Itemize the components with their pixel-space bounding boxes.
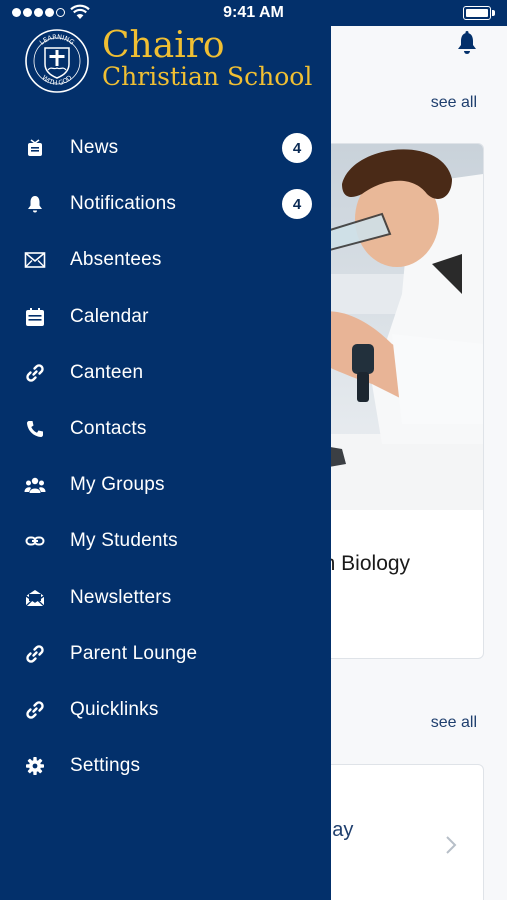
school-crest-icon: LEARNING WITH GOD [25,29,89,93]
chain-link-icon [24,530,46,552]
menu-item-label: News [70,137,119,159]
phone-icon [24,418,46,440]
event-card-title: y May [331,819,354,841]
menu-item-label: My Students [70,530,178,552]
chevron-right-icon [446,836,457,854]
open-envelope-icon [24,587,46,609]
school-name-line2: Christian School [102,62,313,91]
status-bar: 9:41 AM [0,0,507,26]
link-icon [24,699,46,721]
svg-text:LEARNING: LEARNING [38,33,76,47]
status-time: 9:41 AM [223,4,284,21]
notifications-count-badge: 4 [282,189,312,220]
calendar-icon [24,306,46,328]
menu-item-label: Quicklinks [70,698,159,720]
svg-text:WITH GOD: WITH GOD [40,74,73,88]
menu-item-canteen[interactable]: Canteen [0,345,331,401]
menu-item-my-groups[interactable]: My Groups [0,457,331,513]
news-photo [331,144,483,510]
see-all-link[interactable]: see all [431,94,477,112]
battery-icon [463,6,495,20]
menu-item-notifications[interactable]: Notifications 4 [0,176,331,232]
bell-icon [24,193,46,215]
menu-item-newsletters[interactable]: Newsletters [0,570,331,626]
menu-item-calendar[interactable]: Calendar [0,289,331,345]
menu-item-label: Newsletters [70,586,172,608]
news-card-title: with Biology [331,552,411,575]
menu-item-label: Notifications [70,193,177,215]
link-icon [24,643,46,665]
menu-item-news[interactable]: News 4 [0,120,331,176]
school-name: Chairo Christian School [102,25,313,91]
gear-icon [24,755,46,777]
link-icon [24,362,46,384]
navigation-drawer: LEARNING WITH GOD Chairo Christian Schoo… [0,26,331,900]
menu-item-absentees[interactable]: Absentees [0,232,331,288]
menu-item-label: Absentees [70,249,162,271]
envelope-icon [24,249,46,271]
group-icon [24,474,46,496]
tv-icon [24,137,46,159]
see-all-link[interactable]: see all [431,714,477,732]
event-card[interactable]: y May [331,764,484,900]
bell-icon[interactable] [455,30,479,56]
menu-item-label: Settings [70,755,141,777]
menu-item-label: Parent Lounge [70,642,198,664]
menu-item-label: Calendar [70,305,149,327]
menu-item-contacts[interactable]: Contacts [0,401,331,457]
news-card[interactable]: with Biology [331,143,484,659]
menu-item-label: Contacts [70,418,147,440]
menu-item-settings[interactable]: Settings [0,738,331,794]
menu-item-label: Canteen [70,361,144,383]
main-content: see all Biology see all ay [331,26,507,900]
menu-item-quicklinks[interactable]: Quicklinks [0,682,331,738]
menu-item-parent-lounge[interactable]: Parent Lounge [0,626,331,682]
news-count-badge: 4 [282,133,312,164]
menu-item-my-students[interactable]: My Students [0,513,331,569]
menu-item-label: My Groups [70,474,165,496]
drawer-menu: News 4 Notifications 4 Absentees Calenda… [0,120,331,794]
school-name-line1: Chairo [102,25,225,66]
